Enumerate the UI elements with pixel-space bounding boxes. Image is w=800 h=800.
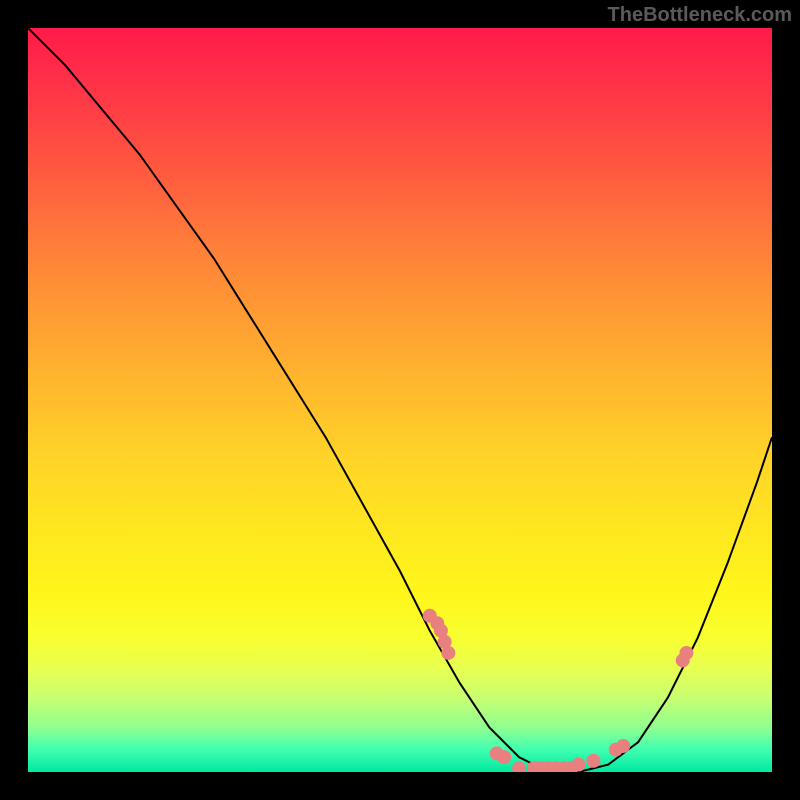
data-point [441, 646, 455, 660]
data-point [572, 758, 586, 772]
chart-svg-overlay [28, 28, 772, 772]
data-point [512, 761, 526, 772]
data-point [679, 646, 693, 660]
bottleneck-curve [28, 28, 772, 772]
data-point [586, 754, 600, 768]
chart-plot-area [28, 28, 772, 772]
data-points-group [423, 609, 694, 772]
data-point [497, 750, 511, 764]
watermark-text: TheBottleneck.com [608, 4, 792, 27]
data-point [616, 739, 630, 753]
